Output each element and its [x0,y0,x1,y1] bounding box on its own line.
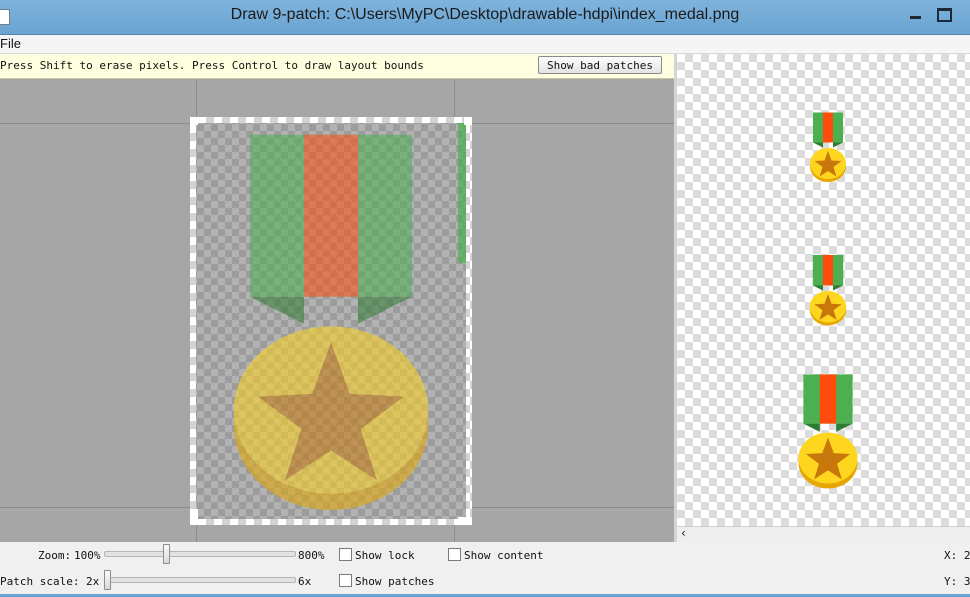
show-patches-checkbox[interactable] [339,574,352,587]
preview-medal-horizontal [809,255,847,326]
patch-scale-min-label: 2x [86,575,100,588]
patch-scale-label: Patch scale: [0,575,80,588]
y-coordinate-readout: Y: 3 [944,575,970,588]
x-coordinate-readout: X: 2 [944,549,970,562]
patch-editor-canvas[interactable] [0,79,674,542]
menu-bar: File [0,35,970,54]
bottom-controls: Zoom: 100% 800% Patch scale: 2x 6x Show … [0,542,970,597]
zoom-label: Zoom: [38,549,72,562]
scroll-left-icon[interactable]: ‹ [681,526,686,540]
menu-file[interactable]: File [0,36,21,51]
zoom-slider-thumb[interactable] [163,544,171,564]
hint-text: Press Shift to erase pixels. Press Contr… [0,59,424,72]
hint-bar: Press Shift to erase pixels. Press Contr… [0,54,674,79]
preview-horizontal-scrollbar[interactable]: ‹ [677,526,970,543]
maximize-icon[interactable] [933,3,955,25]
nine-patch-image[interactable] [190,117,472,525]
show-content-checkbox[interactable] [448,548,461,561]
stretch-preview-pane [677,54,970,526]
show-patches-label[interactable]: Show patches [355,575,434,588]
zoom-min-label: 100% [74,549,101,562]
zoom-max-label: 800% [298,549,325,562]
show-lock-label[interactable]: Show lock [355,549,415,562]
show-content-label[interactable]: Show content [464,549,543,562]
show-bad-patches-button[interactable]: Show bad patches [538,56,662,74]
preview-medal-both [798,374,858,489]
title-bar: Draw 9-patch: C:\Users\MyPC\Desktop\draw… [0,0,970,35]
close-icon[interactable] [958,3,970,25]
window-title: Draw 9-patch: C:\Users\MyPC\Desktop\draw… [230,6,740,23]
preview-medal-vertical [810,112,846,182]
minimize-icon[interactable] [905,3,927,25]
patch-scale-slider-thumb[interactable] [104,570,111,590]
patch-scale-max-label: 6x [298,575,312,588]
show-lock-checkbox[interactable] [339,548,352,561]
zoom-slider-track[interactable] [104,551,296,557]
patch-scale-slider-track[interactable] [104,577,296,583]
